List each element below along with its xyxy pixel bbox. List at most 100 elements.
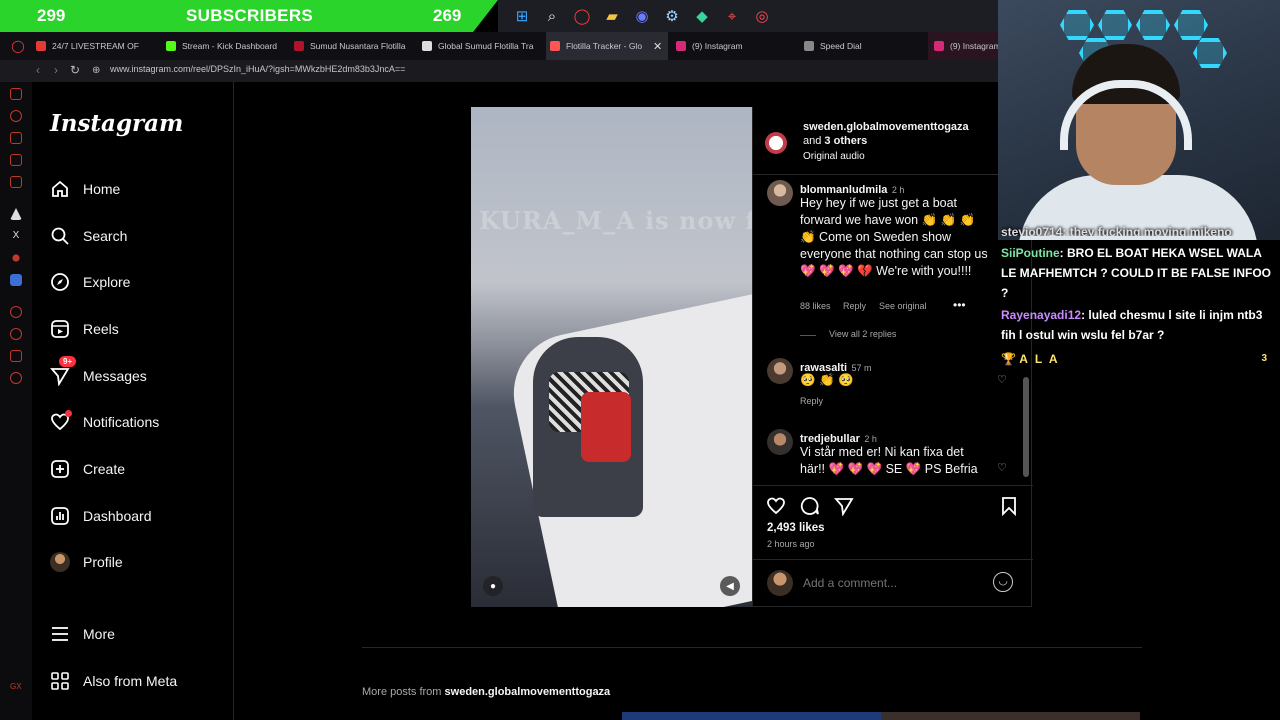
browser-tab[interactable]: Global Sumud Flotilla Tra — [422, 32, 534, 60]
messages-icon: 9+ — [50, 356, 77, 386]
subscriber-count-right: 269 — [433, 6, 462, 25]
folder-icon[interactable]: ▰ — [602, 6, 622, 26]
discord-icon[interactable]: ◉ — [632, 6, 652, 26]
commenter-avatar[interactable] — [767, 429, 793, 455]
instagram-logo[interactable]: Instagram — [50, 110, 183, 137]
browser-logo-icon[interactable]: ◯ — [8, 36, 28, 56]
author-username[interactable]: sweden.globalmovementtogaza — [803, 121, 969, 133]
emoji-icon[interactable]: ◡ — [993, 572, 1013, 592]
browser-tab[interactable]: (9) Instagram — [676, 32, 786, 60]
commenter-avatar[interactable] — [767, 358, 793, 384]
reply-link[interactable]: Reply — [843, 301, 866, 311]
plus-square-icon — [50, 459, 70, 479]
comment-like-heart-icon[interactable]: ♡ — [997, 373, 1007, 386]
rail-clock-icon[interactable] — [10, 328, 22, 340]
rail-extensions-icon[interactable] — [10, 350, 22, 362]
rail-twitch-icon[interactable] — [10, 154, 22, 166]
comment-bubble-icon[interactable] — [799, 495, 821, 517]
browser-tab[interactable]: Sumud Nusantara Flotilla — [294, 32, 408, 60]
volume-icon[interactable]: ◀ — [720, 576, 740, 596]
messages-badge: 9+ — [59, 356, 77, 367]
sidebar-item-home[interactable]: Home — [50, 173, 120, 205]
browser-tab[interactable]: Speed Dial — [804, 32, 914, 60]
tagged-users-icon[interactable]: ● — [483, 576, 503, 596]
close-tab-icon[interactable]: ✕ — [653, 40, 662, 53]
sidebar-item-create[interactable]: Create — [50, 453, 125, 485]
rail-settings-icon[interactable] — [10, 372, 22, 384]
back-icon[interactable]: ‹ — [36, 63, 40, 77]
hex-light — [1098, 10, 1132, 40]
sidebar-item-profile[interactable]: Profile — [50, 546, 123, 578]
rail-kick-icon[interactable] — [10, 208, 22, 220]
browser-tab[interactable]: (9) Instagram — [928, 32, 998, 60]
steam-icon[interactable]: ⚙ — [662, 6, 682, 26]
sidebar-item-dashboard[interactable]: Dashboard — [50, 500, 152, 532]
sidebar-item-notifications[interactable]: Notifications — [50, 406, 159, 438]
commenter-avatar[interactable] — [767, 180, 793, 206]
rail-vpn-icon[interactable] — [10, 274, 22, 286]
rail-history-icon[interactable] — [10, 110, 22, 122]
comment-like-heart-icon[interactable]: ♡ — [997, 461, 1007, 474]
record-icon[interactable]: ◎ — [752, 6, 772, 26]
rail-record-icon[interactable] — [12, 254, 20, 262]
app-icon[interactable]: ◆ — [692, 6, 712, 26]
comment-text: 🥺 👏 🥺 — [800, 373, 854, 387]
more-posts-account[interactable]: sweden.globalmovementtogaza — [445, 686, 611, 698]
site-info-icon[interactable]: ⊕ — [92, 65, 100, 76]
reply-link[interactable]: Reply — [800, 396, 823, 406]
like-heart-icon[interactable] — [765, 495, 787, 517]
streamer-webcam — [998, 0, 1280, 240]
forward-icon[interactable]: › — [54, 63, 58, 77]
sidebar-item-label: Dashboard — [83, 508, 152, 524]
share-icon[interactable] — [833, 495, 855, 517]
more-posts-thumbnails[interactable] — [622, 712, 1140, 720]
sidebar-item-label: Profile — [83, 554, 123, 570]
likes-count[interactable]: 2,493 likes — [767, 522, 825, 534]
comments-scrollbar[interactable] — [1023, 377, 1029, 477]
rail-app-icon[interactable] — [10, 88, 22, 100]
sidebar-item-more[interactable]: More — [50, 618, 115, 650]
rail-bag-icon[interactable] — [10, 132, 22, 144]
compass-icon — [50, 272, 70, 292]
view-replies-link[interactable]: View all 2 replies — [829, 329, 896, 339]
subscriber-count-left: 299 — [37, 6, 66, 25]
opera-gx-icon[interactable]: ◯ — [572, 6, 592, 26]
audio-label[interactable]: Original audio — [803, 151, 865, 162]
chat-message: Rayenayadi12: luled chesmu l site li inj… — [1001, 305, 1277, 345]
sidebar-item-label: Home — [83, 181, 121, 197]
see-original-link[interactable]: See original — [879, 301, 927, 311]
windows-start-icon[interactable]: ⊞ — [512, 6, 532, 26]
sidebar-item-also-from-meta[interactable]: Also from Meta — [50, 665, 177, 697]
comment-likes[interactable]: 88 likes — [800, 301, 831, 311]
reload-icon[interactable]: ↻ — [70, 63, 80, 77]
url-text[interactable]: www.instagram.com/reel/DPSzIn_iHuA/?igsh… — [110, 64, 405, 74]
post-panel: sweden.globalmovementtogaza and 3 others… — [752, 107, 1033, 607]
coauthors-line[interactable]: and 3 others — [803, 135, 867, 147]
rail-x-icon[interactable]: X — [10, 230, 22, 242]
author-avatar[interactable] — [765, 132, 787, 154]
coauthors-count: 3 others — [824, 135, 868, 147]
coauthors-prefix: and — [803, 135, 825, 147]
sidebar-item-reels[interactable]: Reels — [50, 313, 119, 345]
comment-options-icon[interactable]: ••• — [953, 298, 966, 312]
rail-youtube-icon[interactable] — [10, 176, 22, 188]
search-icon[interactable]: ⌕ — [542, 6, 562, 26]
reel-video[interactable]: ● ◀ — [471, 107, 753, 607]
sidebar-item-search[interactable]: Search — [50, 220, 127, 252]
sidebar-item-messages[interactable]: 9+ Messages — [50, 356, 147, 392]
notification-dot — [65, 410, 72, 417]
location-pin-icon[interactable]: ⌖ — [722, 6, 742, 26]
browser-tab-active[interactable]: Flotilla Tracker - Glo — [546, 32, 668, 60]
sidebar-item-explore[interactable]: Explore — [50, 266, 130, 298]
tab-label: 24/7 LIVESTREAM OF — [52, 41, 139, 51]
bookmark-icon[interactable] — [998, 495, 1020, 517]
comment-input[interactable] — [803, 574, 983, 592]
rail-gx-icon[interactable]: GX — [10, 682, 22, 694]
sidebar-item-label: More — [83, 626, 115, 642]
sidebar-item-label: Messages — [83, 368, 147, 384]
browser-tab[interactable]: 24/7 LIVESTREAM OF — [36, 32, 152, 60]
browser-tab[interactable]: Stream - Kick Dashboard — [166, 32, 284, 60]
search-icon — [50, 226, 70, 246]
home-icon — [50, 179, 70, 199]
rail-player-icon[interactable] — [10, 306, 22, 318]
